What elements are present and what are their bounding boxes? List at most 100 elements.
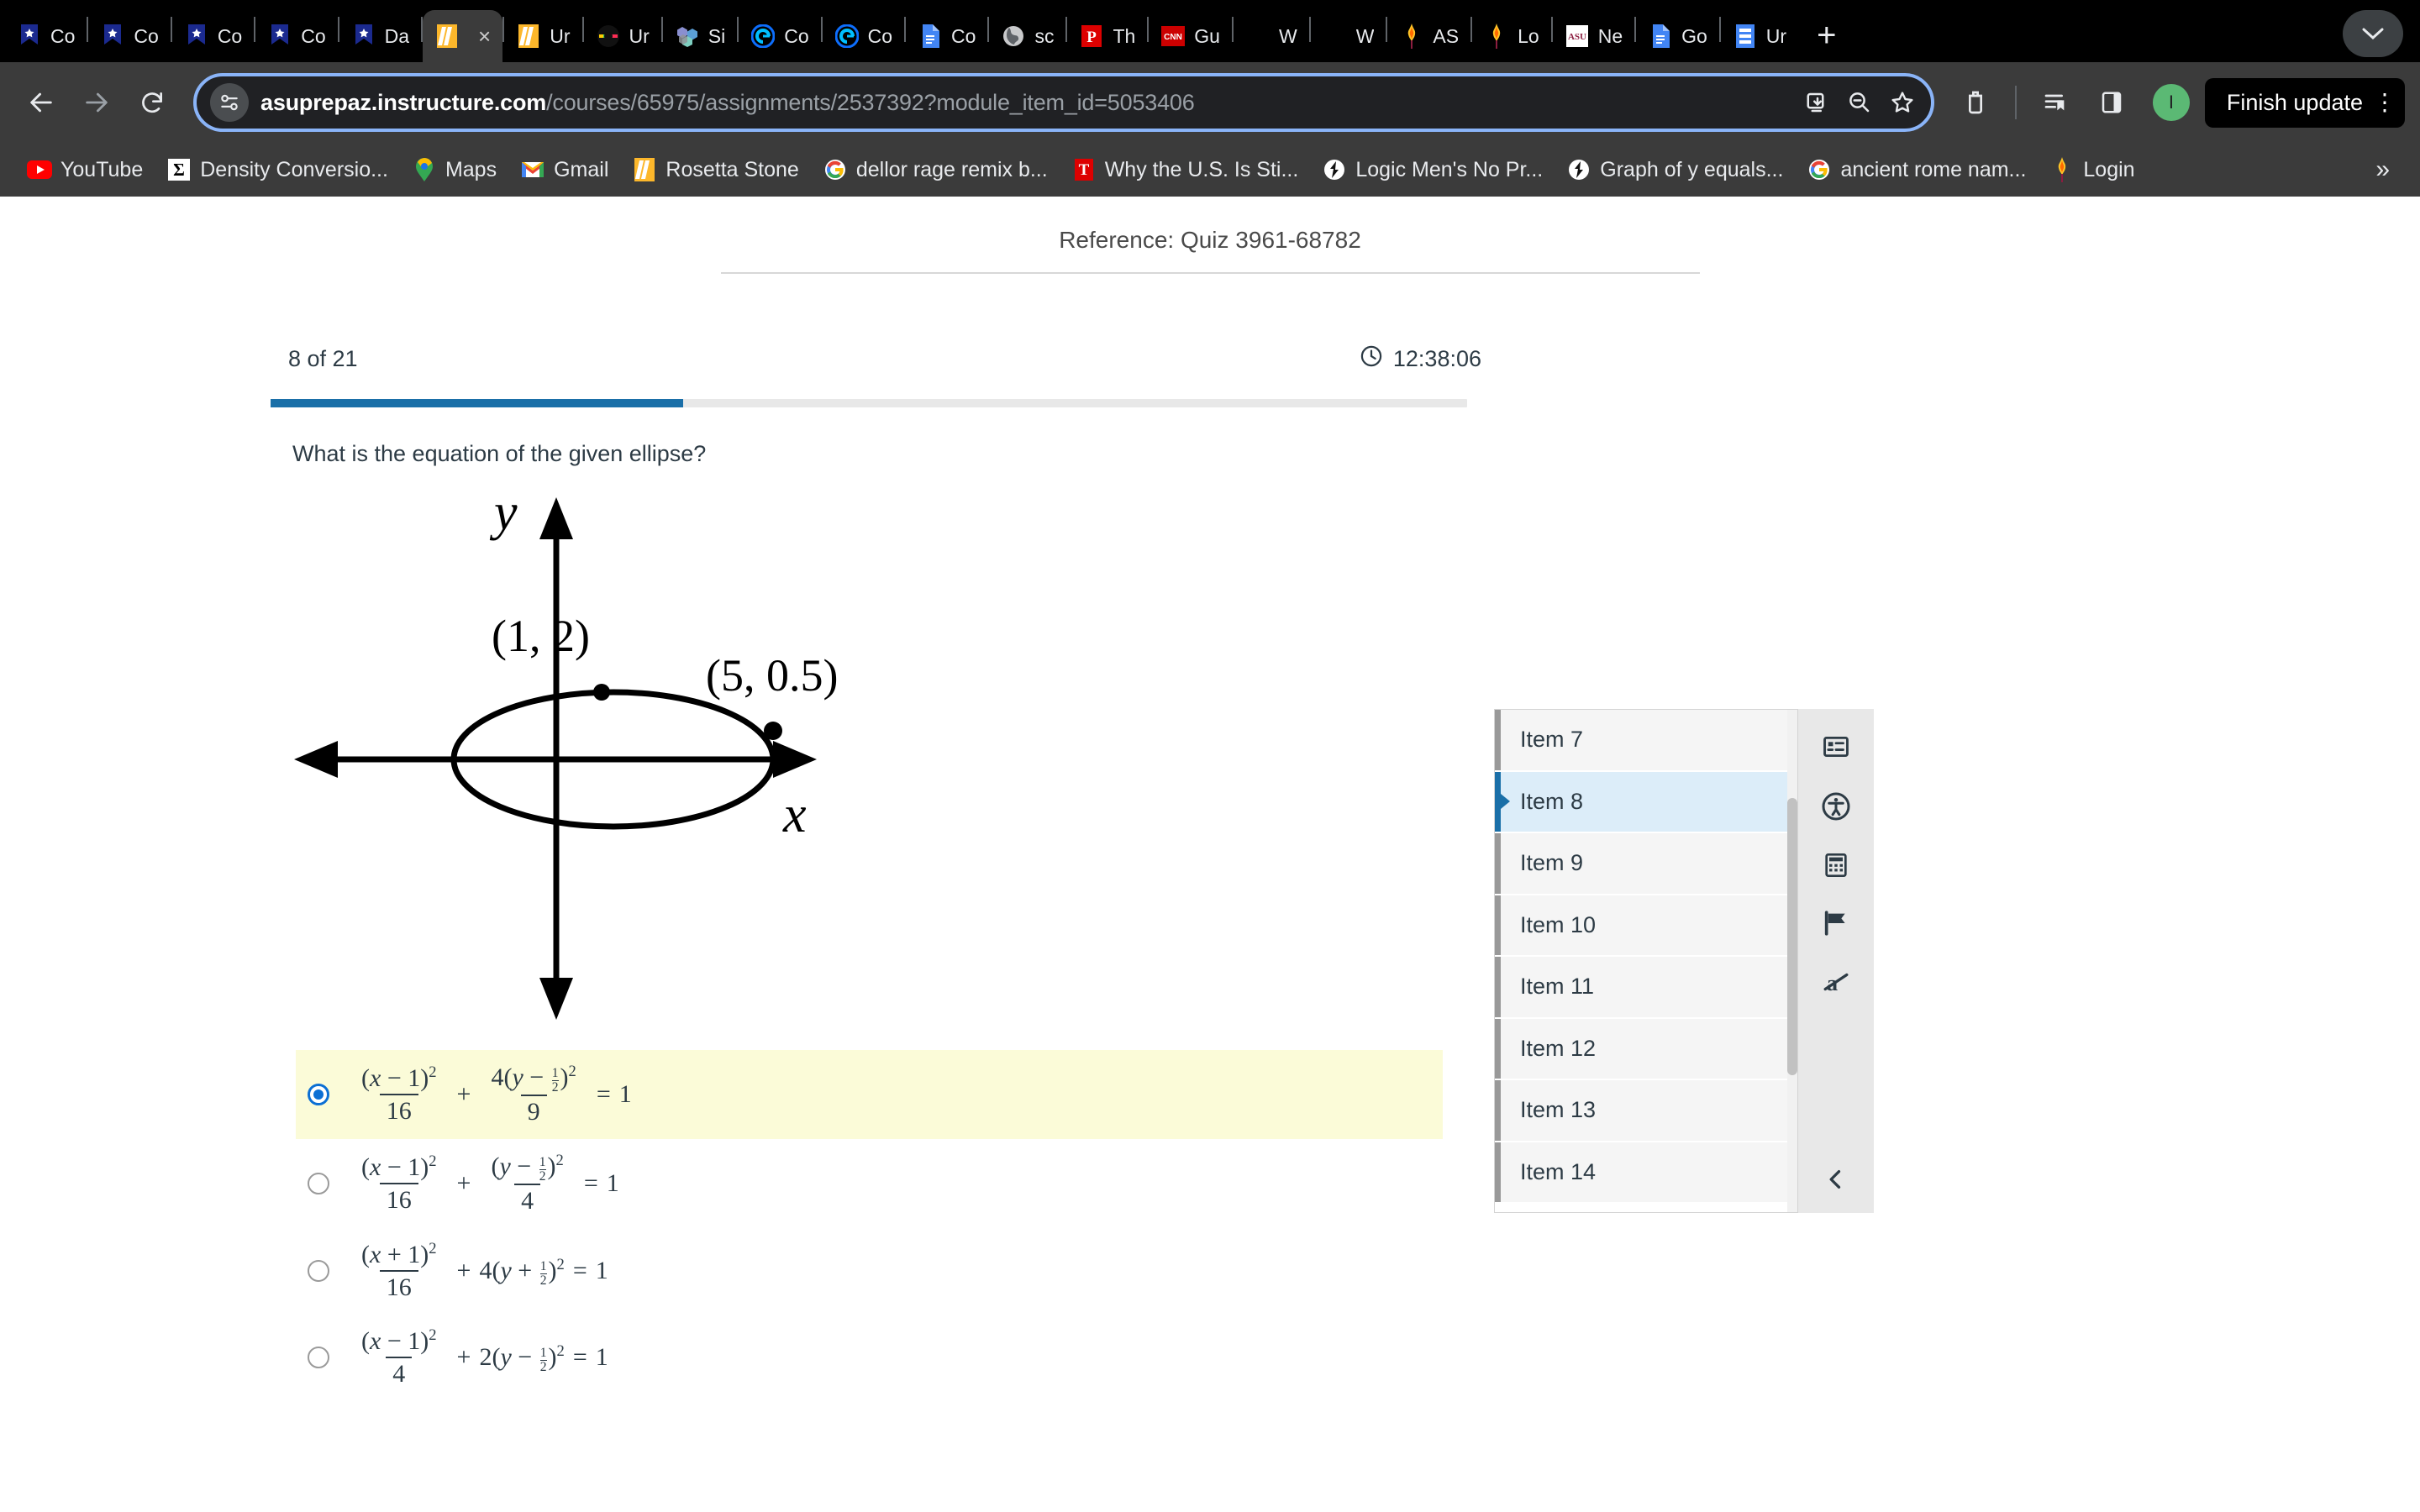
pinterest-icon: P (1079, 24, 1104, 49)
item-list-scrollbar[interactable] (1787, 710, 1797, 1212)
forward-button[interactable] (71, 76, 123, 129)
browser-tab[interactable]: ASU Ne (1553, 10, 1634, 62)
strikethrough-icon[interactable]: a (1822, 968, 1850, 996)
item-list-item[interactable]: Item 14 (1495, 1142, 1797, 1204)
answer-option-4[interactable]: (x − 1)2 4 + 2(y − 1 2)2 = 1 (296, 1314, 1443, 1400)
close-icon[interactable]: × (478, 25, 491, 47)
bookmark-item[interactable]: Rosetta Stone (622, 152, 808, 187)
address-bar[interactable]: asuprepaz.instructure.com/courses/65975/… (193, 73, 1934, 132)
radio-option-1[interactable] (308, 1083, 329, 1105)
bookmark-star-icon (100, 24, 125, 49)
browser-tab[interactable]: CNN Gu (1149, 10, 1232, 62)
item-label: Item 11 (1520, 974, 1595, 1000)
browser-menu-icon[interactable]: ⋮ (2373, 90, 2396, 113)
bookmark-item[interactable]: T Why the U.S. Is Sti... (1061, 152, 1309, 187)
flag-icon[interactable] (1822, 909, 1850, 937)
item-label: Item 8 (1520, 788, 1584, 814)
tab-strip: Co Co Co Co Da × Ur Ur Si Co Co Co sc P Th CNN Gu W W AS Lo A… (0, 0, 2420, 62)
item-list-item[interactable]: Item 9 (1495, 833, 1797, 895)
tab-strip-right (2343, 10, 2415, 57)
item-list-item[interactable]: Item 12 (1495, 1018, 1797, 1080)
browser-tab-active[interactable]: × (423, 10, 503, 62)
url-text: asuprepaz.instructure.com/courses/65975/… (260, 89, 1195, 115)
answer-option-3[interactable]: (x + 1)2 16 + 4(y + 1 2)2 = 1 (296, 1227, 1443, 1314)
bookmarks-overflow-button[interactable]: » (2362, 155, 2403, 184)
globe-icon (1001, 24, 1026, 49)
browser-tab[interactable]: Si (663, 10, 737, 62)
back-button[interactable] (15, 76, 67, 129)
browser-tab[interactable]: Go (1636, 10, 1719, 62)
asu-logo-icon: ASU (1565, 24, 1590, 49)
bookmark-item[interactable]: Maps (402, 152, 507, 187)
cnn-icon: CNN (1160, 24, 1186, 49)
tab-label: AS (1433, 24, 1460, 47)
bookmark-item[interactable]: YouTube (17, 152, 153, 187)
gmail-icon (520, 157, 545, 182)
browser-tab[interactable]: Ur (584, 10, 661, 62)
bookmark-item[interactable]: Logic Men's No Pr... (1312, 152, 1553, 187)
bookmark-item[interactable]: dellor rage remix b... (813, 152, 1058, 187)
zoom-out-icon[interactable] (1847, 90, 1872, 115)
browser-tab[interactable]: W (1311, 10, 1386, 62)
item-list-icon[interactable] (1822, 732, 1850, 761)
install-app-icon[interactable] (1805, 90, 1830, 115)
google-docs-icon (918, 24, 943, 49)
answer-option-1[interactable]: (x − 1)2 16 + 4(y − 1 2)2 9 = 1 (296, 1050, 1443, 1139)
quiz-tool-rail: a (1798, 709, 1874, 1213)
browser-tab[interactable]: Co (823, 10, 904, 62)
bookmark-item[interactable]: Graph of y equals... (1556, 152, 1793, 187)
bookmark-item[interactable]: ancient rome nam... (1797, 152, 2036, 187)
browser-tab[interactable]: Ur (1721, 10, 1798, 62)
radio-option-4[interactable] (308, 1346, 329, 1368)
calculator-icon[interactable] (1823, 852, 1849, 879)
asu-torch-icon (1484, 24, 1509, 49)
chevron-down-icon[interactable] (2343, 10, 2403, 57)
site-settings-icon[interactable] (210, 83, 249, 122)
item-list-item[interactable]: Item 13 (1495, 1080, 1797, 1142)
item-list-scrollbar-thumb[interactable] (1787, 798, 1797, 1075)
bookmark-item[interactable]: Gmail (510, 152, 618, 187)
browser-tab[interactable]: Ur (504, 10, 581, 62)
bookmark-item[interactable]: Login (2039, 152, 2144, 187)
accessibility-icon[interactable] (1821, 791, 1851, 822)
answer-option-2[interactable]: (x − 1)2 16 + (y − 1 2)2 4 = 1 (296, 1139, 1443, 1228)
radio-option-3[interactable] (308, 1259, 329, 1282)
browser-tab[interactable]: Da (339, 10, 421, 62)
bookmark-star-icon[interactable] (1889, 89, 1916, 116)
radio-option-2[interactable] (308, 1172, 329, 1194)
browser-tab[interactable]: Co (739, 10, 820, 62)
browser-tab[interactable]: sc (989, 10, 1065, 62)
finish-update-button[interactable]: Finish update ⋮ (2204, 77, 2405, 128)
item-list-item[interactable]: Item 11 (1495, 957, 1797, 1019)
svg-text:y: y (489, 484, 518, 541)
item-list-item[interactable]: Item 10 (1495, 895, 1797, 957)
bookmark-star-icon (184, 24, 209, 49)
item-list-item[interactable]: Item 7 (1495, 710, 1797, 772)
browser-tab[interactable]: Co (5, 10, 87, 62)
bookmark-item[interactable]: Σ Density Conversio... (156, 152, 398, 187)
browser-tab[interactable]: Co (172, 10, 254, 62)
extensions-icon[interactable] (1949, 76, 2002, 129)
new-tab-button[interactable]: + (1798, 18, 1854, 52)
svg-text:P: P (1087, 29, 1097, 46)
item-label: Item 14 (1520, 1158, 1597, 1184)
browser-tab[interactable]: Co (906, 10, 987, 62)
reading-list-icon[interactable] (2030, 76, 2082, 129)
browser-tab[interactable]: P Th (1067, 10, 1147, 62)
progress-bar (271, 399, 1467, 407)
sigma-icon: Σ (166, 157, 192, 182)
browser-tab[interactable]: Lo (1472, 10, 1551, 62)
reload-button[interactable] (126, 76, 178, 129)
browser-tab[interactable]: Co (88, 10, 170, 62)
tab-label: Go (1681, 24, 1707, 47)
rainbow-icon (596, 24, 621, 49)
canvas-icon (834, 24, 860, 49)
chevron-left-icon[interactable] (1824, 1168, 1848, 1191)
tab-label: Co (867, 24, 893, 47)
side-panel-icon[interactable] (2086, 76, 2138, 129)
browser-tab[interactable]: AS (1387, 10, 1470, 62)
avatar[interactable]: I (2152, 84, 2190, 121)
browser-tab[interactable]: Co (255, 10, 337, 62)
item-list-item-active[interactable]: Item 8 (1495, 771, 1797, 833)
browser-tab[interactable]: W (1234, 10, 1309, 62)
